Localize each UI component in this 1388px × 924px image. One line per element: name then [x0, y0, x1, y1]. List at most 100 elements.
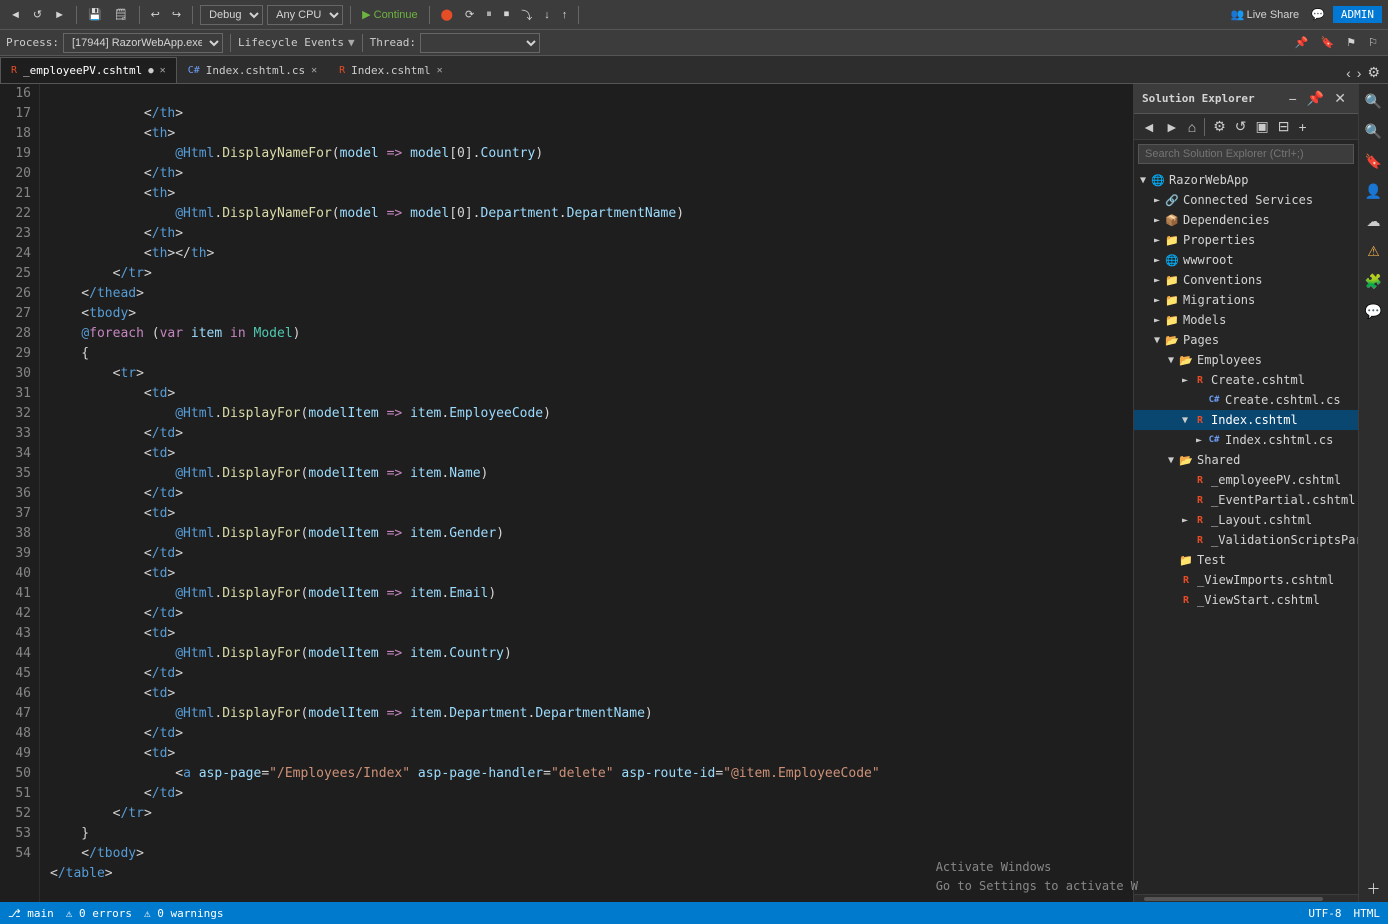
save-btn[interactable]: 💾 [84, 6, 106, 23]
redo-btn[interactable]: ↪ [168, 6, 185, 23]
se-item-viewstart[interactable]: R _ViewStart.cshtml [1134, 590, 1358, 610]
se-item-validation[interactable]: R _ValidationScriptsPartial. [1134, 530, 1358, 550]
se-home-btn[interactable]: ⌂ [1184, 117, 1200, 137]
undo-btn[interactable]: ↩ [147, 6, 164, 23]
se-item-test[interactable]: 📁 Test [1134, 550, 1358, 570]
stop-btn[interactable]: ⏹ [500, 6, 514, 23]
se-arrow-models[interactable]: ► [1150, 315, 1164, 326]
save-all-btn[interactable]: 🗒 [110, 6, 132, 23]
se-arrow-connected[interactable]: ► [1150, 195, 1164, 206]
se-forward-btn[interactable]: ► [1161, 117, 1183, 137]
tab-close-indexcs[interactable]: ✕ [311, 65, 317, 76]
se-arrow-index-cs[interactable]: ► [1192, 435, 1206, 446]
se-item-wwwroot[interactable]: ► 🌐 wwwroot [1134, 250, 1358, 270]
debug-toolbar: Process: [17944] RazorWebApp.exe Lifecyc… [0, 30, 1388, 56]
thread-dropdown[interactable] [420, 33, 540, 53]
se-item-connected-services[interactable]: ► 🔗 Connected Services [1134, 190, 1358, 210]
se-arrow-layout[interactable]: ► [1178, 515, 1192, 526]
rp-zoom-out[interactable]: 🔍 [1361, 118, 1387, 144]
se-item-dependencies[interactable]: ► 📦 Dependencies [1134, 210, 1358, 230]
rp-cloud[interactable]: ☁ [1361, 208, 1387, 234]
tab-settings[interactable]: ⚙ [1365, 62, 1382, 83]
se-arrow-migrations[interactable]: ► [1150, 295, 1164, 306]
code-content[interactable]: </th> <th> @Html.DisplayNameFor(model =>… [40, 84, 1133, 902]
validation-icon: R [1192, 532, 1208, 548]
tab-employeepv[interactable]: R _employeePV.cshtml ● ✕ [0, 57, 177, 83]
tab-close-indexcshtml[interactable]: ✕ [437, 65, 443, 76]
se-arrow-www[interactable]: ► [1150, 255, 1164, 266]
se-item-index-cshtml[interactable]: ▼ R Index.cshtml [1134, 410, 1358, 430]
tab-scroll-right[interactable]: › [1355, 63, 1364, 83]
rp-bookmark[interactable]: 🔖 [1361, 148, 1387, 174]
se-add-btn[interactable]: + [1294, 117, 1310, 137]
flag-btn[interactable]: ⚑ [1342, 34, 1360, 51]
bookmark-btn[interactable]: 🔖 [1317, 34, 1339, 51]
refresh-btn[interactable]: ↺ [29, 6, 46, 23]
continue-btn[interactable]: ▶ Continue [358, 6, 422, 23]
rp-add[interactable]: ＋ [1361, 876, 1387, 902]
se-collapse-btn[interactable]: − [1285, 88, 1301, 109]
se-item-create-cs[interactable]: C# Create.cshtml.cs [1134, 390, 1358, 410]
back-btn[interactable]: ◄ [6, 7, 25, 23]
se-item-viewimports[interactable]: R _ViewImports.cshtml [1134, 570, 1358, 590]
se-arrow-razorwebapp[interactable]: ▼ [1136, 175, 1150, 186]
tab-indexcshtml[interactable]: R Index.cshtml ✕ [328, 57, 454, 83]
se-item-migrations[interactable]: ► 📁 Migrations [1134, 290, 1358, 310]
se-item-layout[interactable]: ► R _Layout.cshtml [1134, 510, 1358, 530]
pause-btn[interactable]: ⏸ [482, 6, 496, 23]
se-item-employeepv[interactable]: R _employeePV.cshtml [1134, 470, 1358, 490]
process-dropdown[interactable]: [17944] RazorWebApp.exe [63, 33, 223, 53]
se-settings-btn[interactable]: ⚙ [1209, 116, 1230, 137]
se-arrow-pages[interactable]: ▼ [1150, 335, 1164, 346]
code-area[interactable]: 16 17 18 19 20 21 22 23 24 25 26 27 28 2… [0, 84, 1133, 902]
breakpoint-btn[interactable]: ⬤ [437, 6, 457, 23]
se-collapse-all-btn[interactable]: ⊟ [1274, 116, 1294, 137]
se-refresh-btn[interactable]: ↺ [1231, 116, 1251, 137]
tab-indexcs[interactable]: C# Index.cshtml.cs ✕ [177, 57, 328, 83]
step-over-btn[interactable]: ⤵ [517, 5, 536, 25]
se-filter-btn[interactable]: ▣ [1251, 116, 1272, 137]
rp-warning[interactable]: ⚠ [1361, 238, 1387, 264]
se-search-input[interactable] [1138, 144, 1354, 164]
rp-message[interactable]: 💬 [1361, 298, 1387, 324]
se-item-razorwebapp[interactable]: ▼ 🌐 RazorWebApp [1134, 170, 1358, 190]
se-item-index-cs[interactable]: ► C# Index.cshtml.cs [1134, 430, 1358, 450]
se-arrow-props[interactable]: ► [1150, 235, 1164, 246]
se-arrow-deps[interactable]: ► [1150, 215, 1164, 226]
debug-dropdown[interactable]: Debug [200, 5, 263, 25]
flag2-btn[interactable]: ⚐ [1364, 34, 1382, 51]
se-arrow-shared[interactable]: ▼ [1164, 455, 1178, 466]
se-item-eventpartial[interactable]: R _EventPartial.cshtml [1134, 490, 1358, 510]
step-out-btn[interactable]: ↑ [558, 7, 572, 23]
restart-btn[interactable]: ⟳ [461, 6, 478, 23]
se-pin-btn[interactable]: 📌 [1303, 88, 1328, 109]
sep4 [350, 6, 351, 24]
right-panel: 🔍 🔍 🔖 👤 ☁ ⚠ 🧩 💬 ＋ [1358, 84, 1388, 902]
cpu-dropdown[interactable]: Any CPU [267, 5, 343, 25]
rp-zoom-in[interactable]: 🔍 [1361, 88, 1387, 114]
forward-btn[interactable]: ► [50, 7, 69, 23]
se-arrow-employees[interactable]: ▼ [1164, 355, 1178, 366]
se-item-create-cshtml[interactable]: ► R Create.cshtml [1134, 370, 1358, 390]
feedback-btn[interactable]: 💬 [1307, 6, 1329, 23]
step-in-btn[interactable]: ↓ [540, 7, 554, 23]
se-item-employees[interactable]: ▼ 📂 Employees [1134, 350, 1358, 370]
rp-extensions[interactable]: 🧩 [1361, 268, 1387, 294]
se-close-btn[interactable]: ✕ [1330, 88, 1350, 109]
se-arrow-conventions[interactable]: ► [1150, 275, 1164, 286]
se-item-conventions[interactable]: ► 📁 Conventions [1134, 270, 1358, 290]
se-item-properties[interactable]: ► 📁 Properties [1134, 230, 1358, 250]
live-share-btn[interactable]: 👥 Live Share [1227, 6, 1303, 23]
se-arrow-create[interactable]: ► [1178, 375, 1192, 386]
tab-scroll-left[interactable]: ‹ [1344, 63, 1353, 83]
lifecycle-label: Lifecycle Events [238, 36, 344, 49]
se-scrollbar[interactable] [1134, 894, 1358, 902]
se-item-pages[interactable]: ▼ 📂 Pages [1134, 330, 1358, 350]
se-back-btn[interactable]: ◄ [1138, 117, 1160, 137]
se-item-models[interactable]: ► 📁 Models [1134, 310, 1358, 330]
se-arrow-index[interactable]: ▼ [1178, 415, 1192, 426]
tab-close-employeepv[interactable]: ✕ [160, 65, 166, 76]
rp-user[interactable]: 👤 [1361, 178, 1387, 204]
se-item-shared[interactable]: ▼ 📂 Shared [1134, 450, 1358, 470]
pin-btn[interactable]: 📌 [1291, 34, 1313, 51]
